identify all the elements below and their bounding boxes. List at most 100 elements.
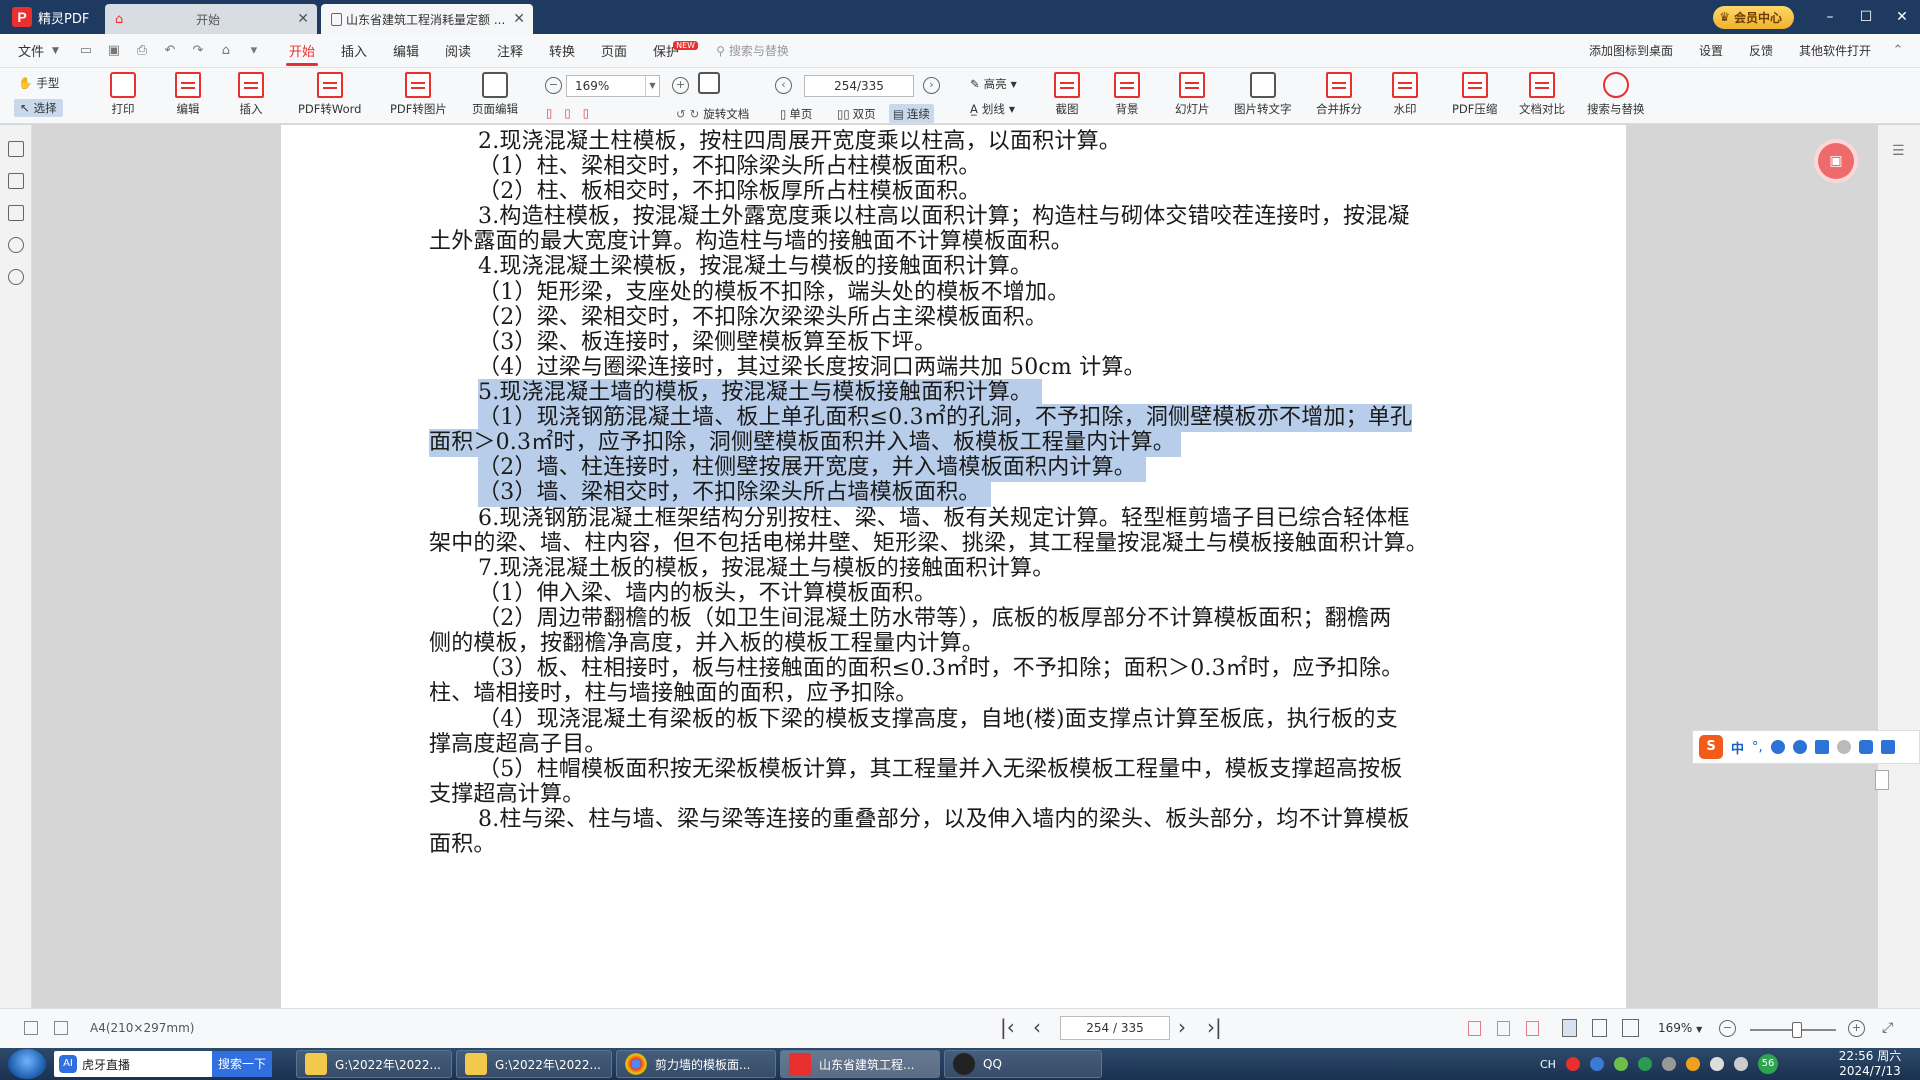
fit-width-icon[interactable] xyxy=(1497,1021,1510,1036)
status-zoom[interactable]: 169% ▼ xyxy=(1658,1021,1702,1035)
search-replace-button[interactable]: 搜索与替换 xyxy=(1587,72,1645,117)
taskbar-item-qq[interactable]: QQ xyxy=(944,1050,1102,1078)
save-icon[interactable]: ▣ xyxy=(106,43,122,59)
minimize-button[interactable]: – xyxy=(1812,9,1848,25)
screenshot-button[interactable]: 截图 xyxy=(1054,72,1080,117)
last-page-icon[interactable]: ›| xyxy=(1207,1015,1222,1039)
zoom-select[interactable]: 169% ▼ xyxy=(566,75,660,97)
double-page-button[interactable]: ▯▯ 双页 xyxy=(833,104,880,123)
attachment-icon[interactable] xyxy=(7,269,24,285)
feedback-button[interactable]: 反馈 xyxy=(1736,34,1786,68)
tray-app-icon[interactable] xyxy=(1565,1057,1580,1071)
scrollbar-thumb[interactable] xyxy=(1875,770,1889,790)
pdf-page[interactable]: 2.现浇混凝土柱模板，按柱四周展开宽度乘以柱高，以面积计算。 （1）柱、梁相交时… xyxy=(281,125,1626,1008)
collapse-ribbon-icon[interactable]: ⌃ xyxy=(1890,43,1906,59)
status-page-input[interactable]: 254 / 335 xyxy=(1060,1016,1170,1040)
clock[interactable]: 22:56 周六 2024/7/13 xyxy=(1830,1049,1910,1079)
bookmark-icon[interactable] xyxy=(7,141,24,157)
pdf-to-image-button[interactable]: PDF转图片 xyxy=(390,72,447,117)
add-desktop-icon-button[interactable]: 添加图标到桌面 xyxy=(1576,34,1686,68)
first-page-icon[interactable]: |‹ xyxy=(1000,1015,1015,1039)
single-page-button[interactable]: ▯ 单页 xyxy=(776,104,816,123)
document-compare-button[interactable]: 文档对比 xyxy=(1519,72,1565,117)
image-to-text-button[interactable]: 图片转文字 xyxy=(1234,72,1292,117)
security-icon[interactable] xyxy=(1709,1057,1724,1071)
highlight-button[interactable]: ✎ 高亮 ▼ xyxy=(970,76,1017,92)
search-widget-button[interactable]: 搜索一下 xyxy=(211,1051,272,1077)
single-view-icon[interactable] xyxy=(1592,1019,1607,1037)
ime-language[interactable]: 中 xyxy=(1731,738,1744,757)
print-icon[interactable]: ⎙ xyxy=(134,43,150,59)
merge-split-button[interactable]: 合并拆分 xyxy=(1316,72,1362,117)
customize-icon[interactable]: ▾ xyxy=(246,43,262,59)
fullscreen-icon[interactable]: ⤢ xyxy=(1882,1020,1893,1036)
taskbar-item-browser[interactable]: 剪力墙的模板面... xyxy=(616,1050,776,1078)
pdf-to-word-button[interactable]: PDF转Word xyxy=(298,72,361,117)
menu-tab-edit[interactable]: 编辑 xyxy=(380,34,432,68)
start-button[interactable] xyxy=(8,1049,46,1079)
extract-page-icon[interactable]: ▯ xyxy=(546,106,552,120)
watermark-button[interactable]: 水印 xyxy=(1392,72,1418,117)
taskbar-item-folder-1[interactable]: G:\2022年\2022... xyxy=(296,1050,452,1078)
zoom-out-icon[interactable]: − xyxy=(545,77,562,94)
delete-page-icon[interactable]: ▯ xyxy=(564,106,570,120)
tray-app-icon[interactable] xyxy=(1589,1057,1604,1071)
ime-punctuation[interactable]: °, xyxy=(1752,740,1763,755)
open-folder-icon[interactable]: ▭ xyxy=(78,43,94,59)
page-edit-button[interactable]: 页面编辑 xyxy=(472,72,518,117)
rotate-left-icon[interactable]: ↺ xyxy=(676,107,686,121)
fit-page-icon[interactable] xyxy=(1468,1021,1481,1036)
continuous-button[interactable]: ▤ 连续 xyxy=(889,104,934,123)
comment-icon[interactable] xyxy=(7,205,24,221)
continuous-view-icon[interactable] xyxy=(1562,1019,1577,1037)
zoom-in-icon[interactable]: + xyxy=(672,77,689,94)
menu-tab-insert[interactable]: 插入 xyxy=(328,34,380,68)
close-icon[interactable]: ✕ xyxy=(513,11,525,27)
actual-size-icon[interactable] xyxy=(1526,1021,1539,1036)
close-icon[interactable]: ✕ xyxy=(297,11,309,27)
zoom-in-icon[interactable]: + xyxy=(1848,1020,1865,1037)
slideshow-button[interactable]: 幻灯片 xyxy=(1175,72,1210,117)
thumbnails-icon[interactable] xyxy=(7,173,24,189)
double-view-icon[interactable] xyxy=(1622,1019,1639,1037)
underline-button[interactable]: A̲ 划线 ▼ xyxy=(970,101,1015,117)
open-other-software-button[interactable]: 其他软件打开 xyxy=(1786,34,1884,68)
toolbox-icon[interactable] xyxy=(1880,740,1895,754)
print-button[interactable]: 打印 xyxy=(110,72,136,117)
taskbar-item-folder-2[interactable]: G:\2022年\2022... xyxy=(456,1050,612,1078)
panel-toggle-icon[interactable] xyxy=(54,1021,68,1035)
rotate-document-button[interactable] xyxy=(698,72,720,97)
hand-tool-button[interactable]: ✋ 手型 xyxy=(18,75,59,91)
redo-icon[interactable]: ↷ xyxy=(190,43,206,59)
select-tool-button[interactable]: ↖ 选择 xyxy=(14,99,63,117)
tab-document[interactable]: 山东省建筑工程消耗量定额 ... ✕ xyxy=(321,4,533,34)
tray-app-icon[interactable] xyxy=(1637,1057,1652,1071)
page-number-input[interactable]: 254/335 xyxy=(804,75,914,97)
skin-icon[interactable] xyxy=(1858,740,1873,754)
input-method-bar[interactable]: S 中 °, xyxy=(1692,730,1920,764)
vip-button[interactable]: ♛ 会员中心 xyxy=(1713,5,1794,29)
menu-file[interactable]: 文件 ▼ xyxy=(0,34,72,68)
menu-tab-protect[interactable]: 保护 NEW xyxy=(640,34,699,68)
search-icon[interactable] xyxy=(7,237,24,253)
ai-assistant-button[interactable]: ▣ xyxy=(1818,143,1854,179)
home-icon[interactable]: ⌂ xyxy=(218,43,234,59)
network-icon[interactable] xyxy=(1661,1057,1676,1071)
pdf-compress-button[interactable]: PDF压缩 xyxy=(1452,72,1497,117)
maximize-button[interactable]: ☐ xyxy=(1848,9,1884,25)
close-window-button[interactable]: ✕ xyxy=(1884,9,1920,25)
menu-tab-page[interactable]: 页面 xyxy=(588,34,640,68)
taskbar-search-widget[interactable]: AI 虎牙直播 搜索一下 xyxy=(54,1051,272,1077)
emoji-icon[interactable] xyxy=(1770,740,1785,754)
undo-icon[interactable]: ↶ xyxy=(162,43,178,59)
zoom-slider-handle[interactable] xyxy=(1792,1022,1802,1038)
next-page-icon[interactable]: › xyxy=(1178,1015,1186,1039)
filter-settings-icon[interactable]: ☰ xyxy=(1892,143,1905,159)
tray-badge[interactable]: 56 xyxy=(1757,1054,1778,1074)
next-page-icon[interactable]: › xyxy=(923,77,940,94)
keyboard-icon[interactable] xyxy=(1814,740,1829,754)
user-icon[interactable] xyxy=(1836,740,1851,754)
zoom-out-icon[interactable]: − xyxy=(1719,1020,1736,1037)
menu-tab-start[interactable]: 开始 xyxy=(276,34,328,68)
microphone-icon[interactable] xyxy=(1792,740,1807,754)
